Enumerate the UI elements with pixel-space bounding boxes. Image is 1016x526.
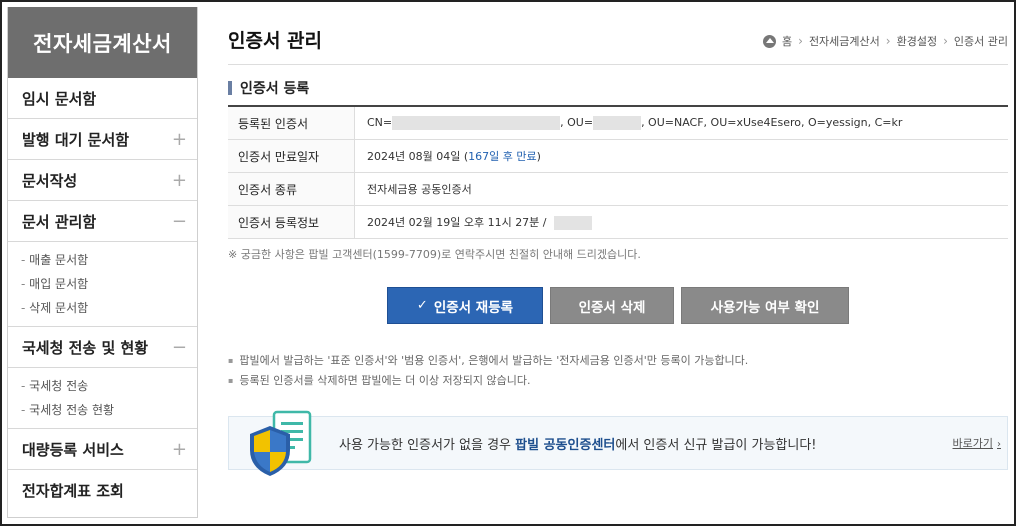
note-item: 팝빌에서 발급하는 '표준 인증서'와 '범용 인증서', 은행에서 발급하는 … xyxy=(228,351,748,371)
reregister-certificate-button[interactable]: ✓ 인증서 재등록 xyxy=(387,287,543,324)
registered-certificate-value: CN= , OU= , OU=NACF, OU=xUse4Esero, O=yess… xyxy=(354,106,1008,140)
sidebar-item-label: 발행 대기 문서함 xyxy=(22,130,130,149)
doc-manage-submenu: 매출 문서함 매입 문서함 삭제 문서함 xyxy=(8,242,197,327)
sidebar-item-summary[interactable]: 전자합계표 조회 xyxy=(8,470,197,510)
table-row: 인증서 종류 전자세금용 공동인증서 xyxy=(228,172,1008,206)
sidebar-item-label: 문서작성 xyxy=(22,171,78,190)
certificate-info-table: 등록된 인증서 CN= , OU= , OU=NACF, OU=xUse4Esero… xyxy=(228,105,1008,239)
sidebar-subitem-nts-status[interactable]: 국세청 전송 현황 xyxy=(21,398,197,422)
sidebar-subitem-sales[interactable]: 매출 문서함 xyxy=(21,248,197,272)
sidebar-subitem-nts-send[interactable]: 국세청 전송 xyxy=(21,374,197,398)
sidebar-item-label: 전자합계표 조회 xyxy=(22,481,124,500)
section-title: 인증서 등록 xyxy=(228,78,309,98)
expiry-days-remaining: 167일 후 만료 xyxy=(468,150,537,163)
sidebar-item-doc-manage[interactable]: 문서 관리함 − xyxy=(8,201,197,242)
sidebar-item-label: 국세청 전송 및 현황 xyxy=(22,338,149,357)
sidebar-item-label: 임시 문서함 xyxy=(22,89,97,108)
cert-dn-tail: , OU=NACF, OU=xUse4Esero, O=yessign, C=k… xyxy=(641,116,903,129)
sidebar-subitem-purchase[interactable]: 매입 문서함 xyxy=(21,272,197,296)
table-row: 인증서 만료일자 2024년 08월 04일 (167일 후 만료) xyxy=(228,139,1008,173)
redacted-block xyxy=(392,116,561,130)
chevron-right-icon: › xyxy=(885,34,891,48)
chevron-right-icon: › xyxy=(943,34,948,48)
notes-list: 팝빌에서 발급하는 '표준 인증서'와 '범용 인증서', 은행에서 발급하는 … xyxy=(228,351,748,391)
expand-plus-icon[interactable]: + xyxy=(172,170,187,191)
sidebar-item-bulk[interactable]: 대량등록 서비스 + xyxy=(8,429,197,470)
check-usability-button[interactable]: 사용가능 여부 확인 xyxy=(681,287,849,324)
banner-highlight: 팝빌 공동인증센터 xyxy=(515,438,616,453)
breadcrumb: 홈 › 전자세금계산서 › 환경설정 › 인증서 관리 xyxy=(763,33,1008,49)
app-frame: 전자세금계산서 임시 문서함 발행 대기 문서함 + 문서작성 + 문서 관리함… xyxy=(0,0,1016,526)
sidebar-title: 전자세금계산서 xyxy=(8,7,197,78)
sidebar-item-nts[interactable]: 국세청 전송 및 현황 − xyxy=(8,327,197,368)
section-title-text: 인증서 등록 xyxy=(240,81,310,97)
breadcrumb-home[interactable]: 홈 xyxy=(782,33,792,49)
certificate-shield-icon xyxy=(250,410,312,476)
note-item: 등록된 인증서를 삭제하면 팝빌에는 더 이상 저장되지 않습니다. xyxy=(228,371,748,391)
nts-submenu: 국세청 전송 국세청 전송 현황 xyxy=(8,368,197,429)
title-divider xyxy=(228,64,1008,65)
expiry-date-close: ) xyxy=(536,150,541,163)
main-content: 인증서 관리 홈 › 전자세금계산서 › 환경설정 › 인증서 관리 인증서 등… xyxy=(228,2,1008,522)
shortcut-link[interactable]: 바로가기 › xyxy=(953,435,1001,451)
home-icon[interactable] xyxy=(763,34,776,48)
issue-certificate-banner: 사용 가능한 인증서가 없을 경우 팝빌 공동인증센터에서 인증서 신규 발급이… xyxy=(228,416,1008,470)
breadcrumb-item[interactable]: 전자세금계산서 xyxy=(809,33,880,49)
redacted-block xyxy=(593,116,642,130)
button-label: 사용가능 여부 확인 xyxy=(710,299,820,316)
row-label: 등록된 인증서 xyxy=(228,106,355,140)
chevron-right-icon: › xyxy=(997,439,1001,450)
button-label: 인증서 삭제 xyxy=(578,299,646,316)
section-marker xyxy=(228,81,232,95)
row-label: 인증서 종류 xyxy=(228,172,355,206)
sidebar-item-label: 대량등록 서비스 xyxy=(22,440,124,459)
certificate-type-value: 전자세금용 공동인증서 xyxy=(354,172,1008,206)
row-label: 인증서 등록정보 xyxy=(228,205,355,239)
chevron-right-icon: › xyxy=(798,34,803,48)
banner-text-post: 에서 인증서 신규 발급이 가능합니다! xyxy=(615,438,817,453)
action-buttons: ✓ 인증서 재등록 인증서 삭제 사용가능 여부 확인 xyxy=(387,287,849,324)
banner-text: 사용 가능한 인증서가 없을 경우 팝빌 공동인증센터에서 인증서 신규 발급이… xyxy=(339,434,817,453)
sidebar-item-write-doc[interactable]: 문서작성 + xyxy=(8,160,197,201)
collapse-minus-icon[interactable]: − xyxy=(172,337,187,358)
registration-info-text: 2024년 02월 19일 오후 11시 27분 / xyxy=(367,216,547,229)
collapse-minus-icon[interactable]: − xyxy=(172,211,187,232)
cert-ou-prefix: , OU= xyxy=(560,116,594,129)
table-row: 등록된 인증서 CN= , OU= , OU=NACF, OU=xUse4Esero… xyxy=(228,106,1008,140)
expiry-date-text: 2024년 08월 04일 ( xyxy=(367,150,469,163)
expiry-date-value: 2024년 08월 04일 (167일 후 만료) xyxy=(354,139,1008,173)
sidebar: 전자세금계산서 임시 문서함 발행 대기 문서함 + 문서작성 + 문서 관리함… xyxy=(7,7,198,518)
sidebar-item-label: 문서 관리함 xyxy=(22,212,97,231)
button-label: 인증서 재등록 xyxy=(433,299,514,316)
page-title: 인증서 관리 xyxy=(228,30,323,52)
expand-plus-icon[interactable]: + xyxy=(172,439,187,460)
table-row: 인증서 등록정보 2024년 02월 19일 오후 11시 27분 / xyxy=(228,205,1008,239)
cert-cn-prefix: CN= xyxy=(367,116,393,129)
help-text: ※ 궁금한 사항은 팝빌 고객센터(1599-7709)로 연락주시면 친절히 … xyxy=(228,248,641,261)
breadcrumb-current: 인증서 관리 xyxy=(953,35,1008,48)
expand-plus-icon[interactable]: + xyxy=(172,129,187,150)
delete-certificate-button[interactable]: 인증서 삭제 xyxy=(550,287,674,324)
sidebar-item-temp-box[interactable]: 임시 문서함 xyxy=(8,78,197,119)
redacted-block xyxy=(554,216,593,230)
sidebar-item-pending-box[interactable]: 발행 대기 문서함 + xyxy=(8,119,197,160)
shortcut-link-label: 바로가기 xyxy=(952,437,993,450)
banner-text-pre: 사용 가능한 인증서가 없을 경우 xyxy=(339,438,516,453)
row-label: 인증서 만료일자 xyxy=(228,139,355,173)
sidebar-subitem-deleted[interactable]: 삭제 문서함 xyxy=(21,296,197,320)
breadcrumb-item[interactable]: 환경설정 xyxy=(897,33,937,49)
check-icon: ✓ xyxy=(416,298,428,313)
registration-info-value: 2024년 02월 19일 오후 11시 27분 / xyxy=(354,205,1008,239)
